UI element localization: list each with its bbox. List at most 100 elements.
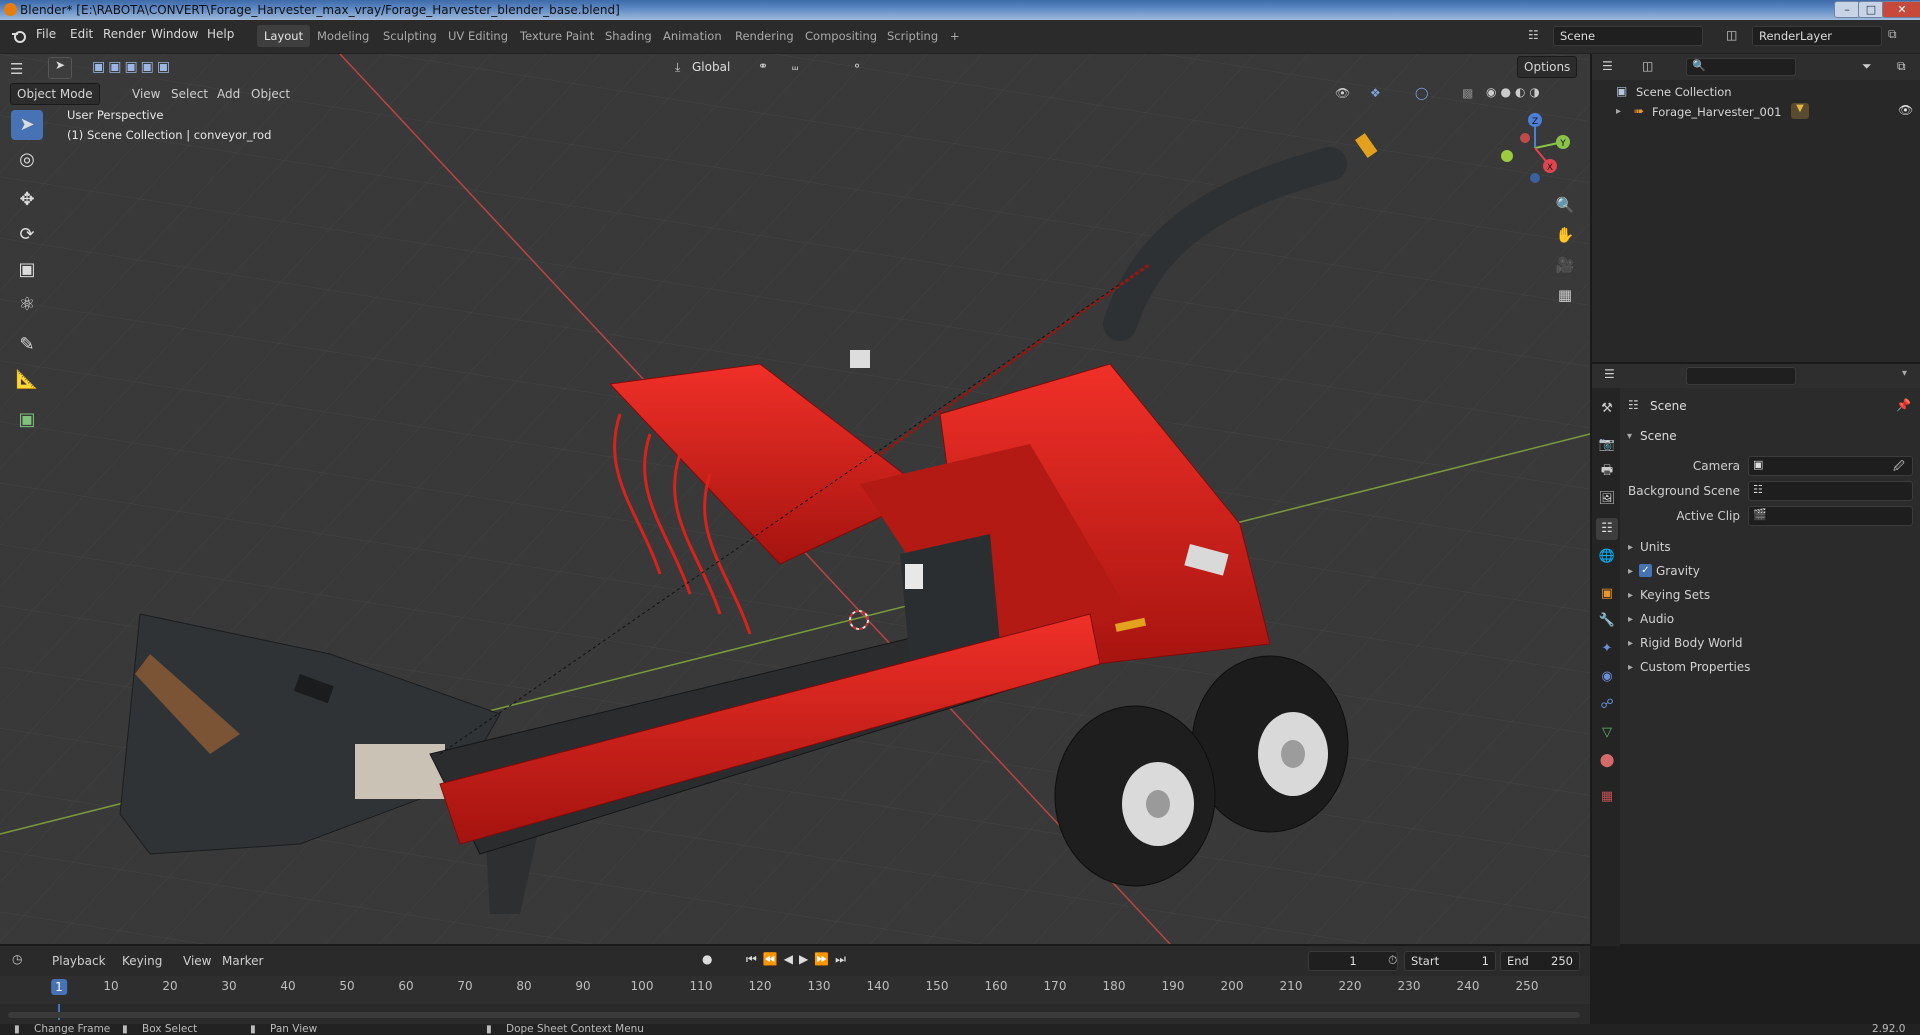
outliner-item-forage-harvester[interactable]: Forage_Harvester_001 (1652, 105, 1781, 119)
transform-orientation-dropdown[interactable]: Global (692, 60, 730, 74)
proportional-edit-icon[interactable]: ⚬ (852, 59, 862, 73)
material-tab-icon[interactable]: ⬤ (1596, 750, 1618, 772)
3d-viewport[interactable] (0, 54, 1590, 944)
timeline-scrollbar[interactable] (8, 1012, 1580, 1018)
visibility-eye-icon[interactable]: 👁 (1898, 103, 1913, 117)
pin-icon[interactable]: 📌 (1896, 398, 1911, 412)
tab-layout[interactable]: Layout (257, 25, 311, 47)
expand-arrow-icon[interactable]: ▸ (1628, 566, 1633, 577)
tab-sculpting[interactable]: Sculpting (376, 25, 444, 47)
maximize-button[interactable]: □ (1858, 1, 1884, 18)
timeline-menu-view[interactable]: View (183, 954, 211, 968)
active-clip-field[interactable] (1748, 506, 1913, 526)
annotate-tool-icon[interactable]: ✎ (11, 330, 43, 360)
menu-file[interactable]: File (36, 27, 56, 41)
outliner-root[interactable]: Scene Collection (1636, 85, 1732, 99)
timeline-editor-icon[interactable]: ◷ (12, 952, 22, 966)
constraints-tab-icon[interactable]: ☍ (1596, 694, 1618, 716)
visibility-icon[interactable]: 👁 (1335, 86, 1350, 100)
overlays-icon[interactable]: ◯ (1415, 86, 1428, 100)
pan-hand-icon[interactable]: ✋ (1552, 222, 1578, 248)
panel-collapse-icon[interactable]: ▾ (1627, 431, 1632, 442)
scene-tab-icon[interactable]: ☷ (1596, 518, 1618, 540)
gravity-section[interactable]: Gravity (1656, 564, 1700, 578)
tab-compositing[interactable]: Compositing (798, 25, 884, 47)
new-collection-icon[interactable]: ⧉ (1897, 59, 1906, 74)
view-layer-tab-icon[interactable]: 🖼 (1596, 488, 1618, 510)
tab-animation[interactable]: Animation (656, 25, 729, 47)
cursor-tool-icon[interactable]: ◎ (11, 145, 43, 175)
expand-arrow-icon[interactable]: ▸ (1628, 638, 1633, 649)
camera-view-icon[interactable]: 🎥 (1552, 252, 1578, 278)
viewport-menu-select[interactable]: Select (171, 87, 208, 101)
playback-controls-icons[interactable]: ⏮⏪◀▶⏩⏭ (746, 952, 852, 967)
selection-mode-icons[interactable]: ▣▣▣▣▣ (92, 59, 173, 75)
scene-selector[interactable]: Scene (1553, 26, 1703, 46)
expand-arrow-icon[interactable]: ▸ (1616, 106, 1621, 117)
blender-menu-icon[interactable] (10, 28, 28, 44)
gizmo-toggle-icon[interactable]: ❖ (1370, 86, 1381, 100)
display-mode-icon[interactable]: ◫ (1642, 59, 1653, 73)
rotate-tool-icon[interactable]: ⟳ (11, 220, 43, 250)
gravity-checkbox[interactable]: ✓ (1639, 564, 1652, 577)
render-tab-icon[interactable]: 📷 (1596, 434, 1618, 456)
add-cube-tool-icon[interactable]: ▣ (11, 405, 43, 435)
keying-sets-section[interactable]: Keying Sets (1640, 588, 1710, 602)
tab-modeling[interactable]: Modeling (310, 25, 376, 47)
output-tab-icon[interactable]: 🖶 (1596, 460, 1618, 482)
select-box-tool-icon[interactable]: ➤ (11, 110, 43, 140)
record-icon[interactable]: ● (702, 952, 712, 966)
close-button[interactable]: ✕ (1882, 1, 1920, 18)
object-tab-icon[interactable]: ▣ (1596, 583, 1618, 605)
eyedropper-icon[interactable]: 🖉 (1893, 458, 1905, 477)
minimize-button[interactable]: – (1834, 1, 1860, 18)
editor-type-icon[interactable]: ☰ (10, 60, 23, 78)
custom-properties-section[interactable]: Custom Properties (1640, 660, 1750, 674)
units-section[interactable]: Units (1640, 540, 1671, 554)
xray-icon[interactable]: ▩ (1462, 86, 1473, 100)
tool-tab-icon[interactable]: ⚒ (1596, 398, 1618, 420)
tab-shading[interactable]: Shading (598, 25, 659, 47)
timeline-menu-marker[interactable]: Marker (222, 954, 263, 968)
world-tab-icon[interactable]: 🌐 (1596, 546, 1618, 568)
tab-texture-paint[interactable]: Texture Paint (513, 25, 601, 47)
background-scene-field[interactable] (1748, 481, 1913, 501)
start-frame-field[interactable]: Start 1 (1404, 951, 1496, 971)
snap-icon[interactable]: ⧢ (792, 59, 798, 74)
physics-tab-icon[interactable]: ◉ (1596, 666, 1618, 688)
object-mode-dropdown[interactable]: Object Mode (10, 83, 100, 105)
menu-window[interactable]: Window (151, 27, 198, 41)
timer-icon[interactable]: ⏱ (1388, 953, 1397, 968)
tab-uv-editing[interactable]: UV Editing (441, 25, 515, 47)
pivot-point-icon[interactable]: ⚭ (758, 59, 768, 73)
zoom-icon[interactable]: 🔍 (1552, 192, 1578, 218)
texture-tab-icon[interactable]: ▦ (1596, 786, 1618, 808)
outliner-editor-icon[interactable]: ☰ (1602, 59, 1613, 73)
expand-arrow-icon[interactable]: ▸ (1628, 590, 1633, 601)
expand-arrow-icon[interactable]: ▸ (1628, 662, 1633, 673)
perspective-toggle-icon[interactable]: ▦ (1552, 282, 1578, 308)
shading-mode-icons[interactable]: ◉●◐◑ (1486, 85, 1544, 99)
data-tab-icon[interactable]: ▽ (1596, 722, 1618, 744)
properties-editor-icon[interactable]: ☰ (1604, 367, 1615, 381)
tab-scripting[interactable]: Scripting (880, 25, 945, 47)
options-dropdown[interactable]: Options (1517, 56, 1578, 78)
camera-field[interactable] (1748, 456, 1913, 476)
current-frame-field[interactable]: 1 (1308, 951, 1398, 971)
menu-edit[interactable]: Edit (70, 27, 93, 41)
view-layer-selector[interactable]: RenderLayer (1752, 26, 1882, 46)
tab-rendering[interactable]: Rendering (728, 25, 801, 47)
particles-tab-icon[interactable]: ✦ (1596, 638, 1618, 660)
expand-arrow-icon[interactable]: ▸ (1628, 542, 1633, 553)
viewport-canvas[interactable] (0, 54, 1590, 944)
new-view-layer-icon[interactable]: ⧉ (1888, 27, 1897, 42)
properties-search-input[interactable] (1686, 367, 1796, 385)
measure-tool-icon[interactable]: 📐 (11, 365, 43, 395)
end-frame-field[interactable]: End 250 (1500, 951, 1580, 971)
modifier-tab-icon[interactable]: 🔧 (1596, 610, 1618, 632)
timeline-menu-playback[interactable]: Playback (52, 954, 106, 968)
audio-section[interactable]: Audio (1640, 612, 1674, 626)
navigation-gizmo[interactable]: Z Y X (1495, 108, 1575, 188)
timeline-menu-keying[interactable]: Keying (122, 954, 162, 968)
filter-icon[interactable]: ⏷ (1862, 59, 1872, 74)
